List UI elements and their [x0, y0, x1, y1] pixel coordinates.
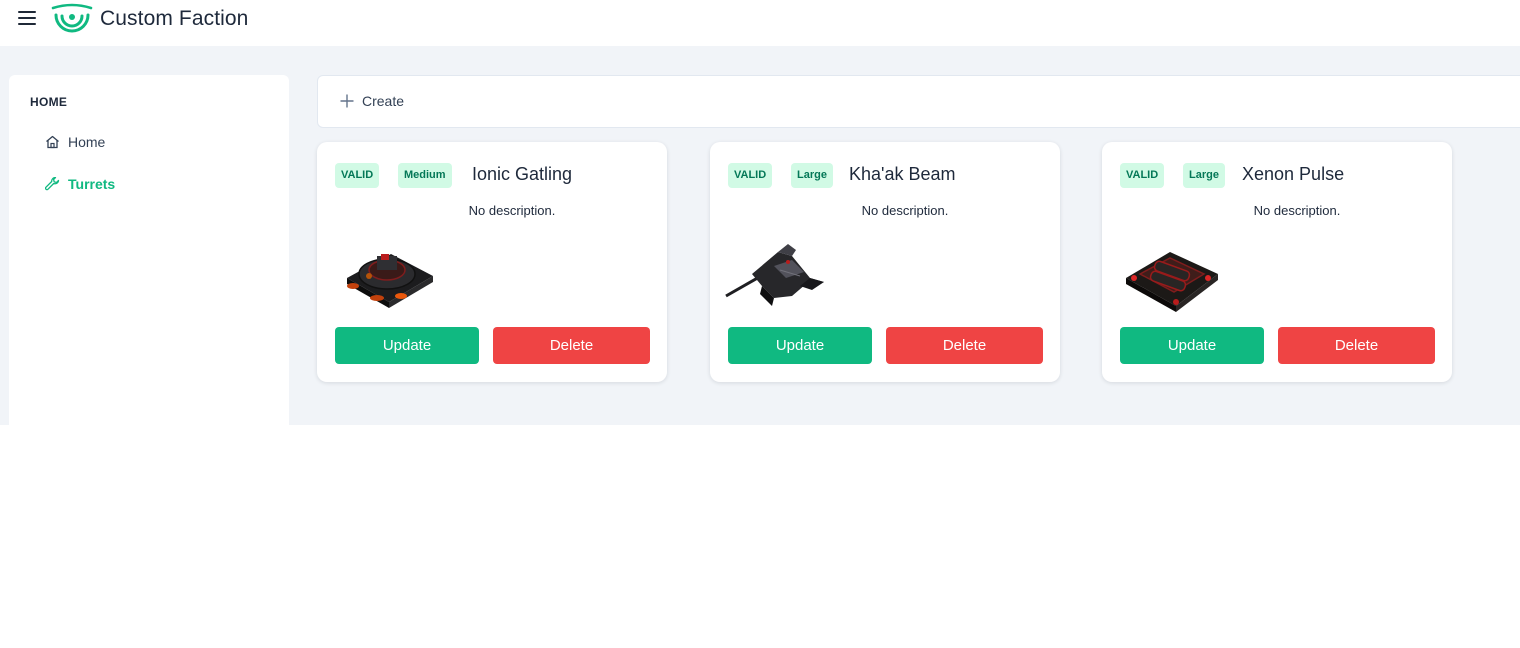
create-button-label: Create — [362, 93, 405, 109]
turret-name: Xenon Pulse — [1242, 164, 1345, 184]
sidebar-item-home[interactable]: Home — [45, 134, 105, 150]
wrench-icon — [45, 176, 60, 190]
turret-description: No description. — [1253, 203, 1341, 218]
home-icon — [46, 135, 59, 149]
size-badge: Large — [1183, 163, 1225, 188]
delete-button[interactable]: Delete — [1278, 327, 1435, 364]
top-bar: Custom Faction — [0, 0, 1520, 46]
status-badge: VALID — [728, 163, 773, 188]
sidebar-item-turrets[interactable]: Turrets — [45, 176, 115, 192]
status-badge: VALID — [335, 163, 380, 188]
status-badge: VALID — [1120, 163, 1165, 188]
sidebar-heading: HOME — [30, 95, 68, 109]
turret-description: No description. — [468, 203, 556, 218]
update-button[interactable]: Update — [1120, 327, 1264, 364]
turret-image — [1126, 252, 1218, 312]
turret-card: VALID Medium Ionic Gatling No descriptio… — [317, 142, 667, 382]
delete-button[interactable]: Delete — [493, 327, 650, 364]
delete-button[interactable]: Delete — [886, 327, 1043, 364]
turret-image — [347, 254, 433, 308]
turret-card: VALID Large Xenon Pulse No description. … — [1102, 142, 1452, 382]
turret-name: Kha'ak Beam — [849, 164, 956, 184]
update-button[interactable]: Update — [335, 327, 479, 364]
turret-image — [725, 244, 824, 306]
sidebar-item-label: Turrets — [68, 176, 116, 192]
size-badge: Large — [791, 163, 833, 188]
turret-name: Ionic Gatling — [472, 164, 573, 184]
plus-icon — [340, 94, 354, 108]
size-badge: Medium — [398, 163, 452, 188]
app-title: Custom Faction — [100, 7, 249, 30]
create-button[interactable]: Create — [340, 93, 404, 109]
turret-description: No description. — [861, 203, 949, 218]
toolbar: Create — [317, 75, 1520, 128]
sidebar: HOME Home Turrets — [9, 75, 289, 425]
main-layout: HOME Home Turrets Create VALID Medium Io… — [0, 46, 1520, 425]
hamburger-menu-icon[interactable] — [17, 10, 37, 28]
sidebar-item-label: Home — [68, 134, 106, 150]
update-button[interactable]: Update — [728, 327, 872, 364]
app-logo-icon[interactable] — [51, 1, 93, 35]
turret-card: VALID Large Kha'ak Beam No description. … — [710, 142, 1060, 382]
